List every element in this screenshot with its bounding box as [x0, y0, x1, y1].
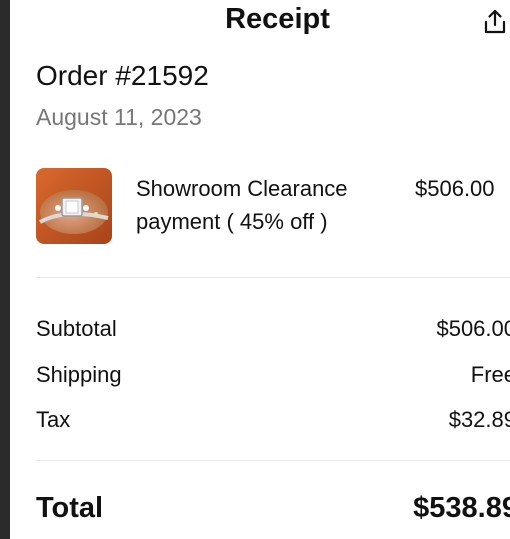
tax-value: $32.89: [448, 407, 510, 432]
diamond-ring-image: [36, 168, 112, 244]
item-price: $506.00: [415, 176, 495, 201]
divider: [36, 277, 510, 278]
product-thumbnail[interactable]: [36, 168, 112, 244]
subtotal-label: Subtotal: [36, 316, 117, 341]
subtotal-value: $506.00: [436, 316, 510, 341]
total-label: Total: [36, 492, 104, 524]
shipping-value: Free: [470, 362, 510, 387]
tax-label: Tax: [36, 407, 71, 432]
page-title: Receipt: [225, 3, 330, 35]
item-name: Showroom Clearance payment ( 45% off ): [136, 176, 348, 234]
order-date: August 11, 2023: [36, 104, 202, 130]
order-number: Order #21592: [36, 60, 209, 91]
shipping-label: Shipping: [36, 362, 122, 387]
divider: [36, 460, 510, 461]
total-value: $538.89: [413, 492, 510, 524]
share-button[interactable]: [482, 8, 508, 36]
left-edge-frame: [0, 0, 10, 539]
share-icon: [484, 9, 506, 34]
